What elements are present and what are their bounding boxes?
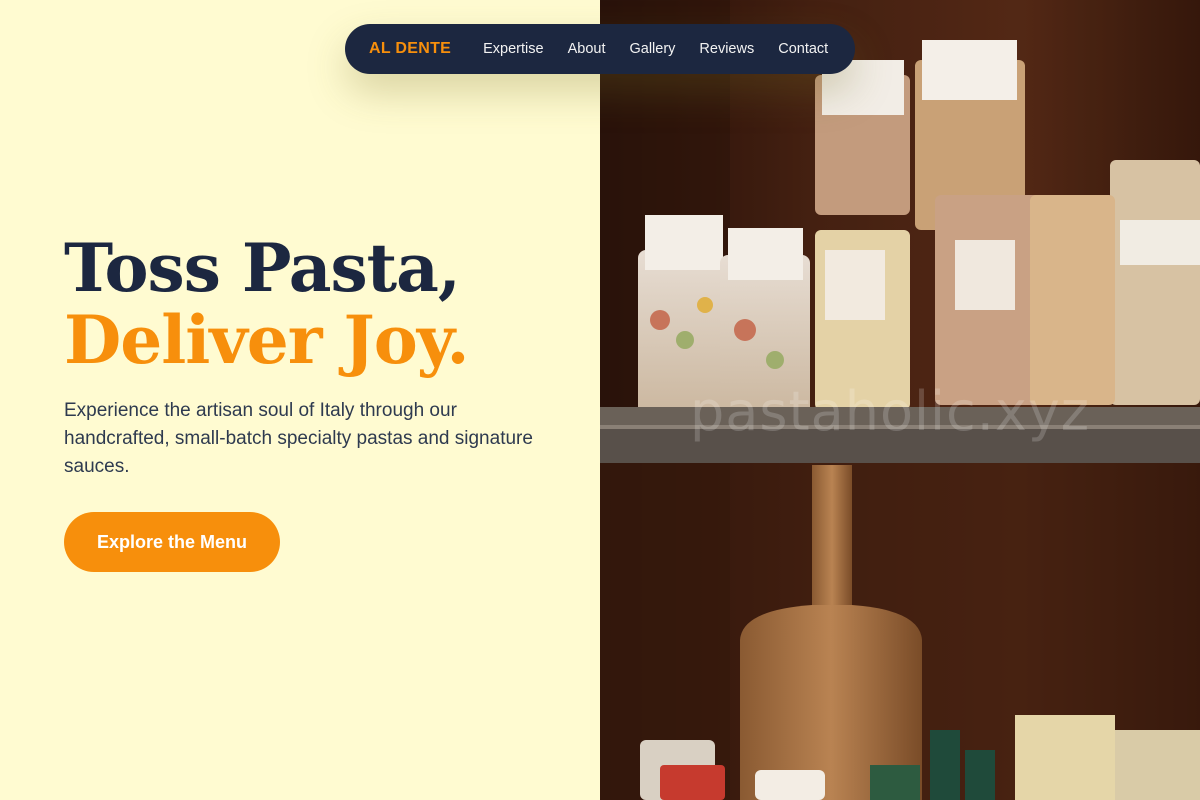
hero-image-panel: pastaholic.xyz — [600, 0, 1200, 800]
hero-description: Experience the artisan soul of Italy thr… — [64, 400, 533, 477]
nav-links: Expertise About Gallery Reviews Contact — [483, 41, 828, 57]
explore-menu-button[interactable]: Explore the Menu — [64, 512, 280, 572]
brand-logo[interactable]: AL DENTE — [369, 40, 451, 58]
nav-link-gallery[interactable]: Gallery — [629, 41, 675, 57]
nav-link-expertise[interactable]: Expertise — [483, 41, 543, 57]
hero-left-panel: Toss Pasta, Deliver Joy. Experience the … — [0, 0, 600, 800]
headline-line-1: Toss Pasta, — [64, 229, 461, 307]
nav-link-contact[interactable]: Contact — [778, 41, 828, 57]
watermark-text: pastaholic.xyz — [690, 380, 1091, 443]
top-navigation: AL DENTE Expertise About Gallery Reviews… — [345, 24, 855, 74]
hero-headline: Toss Pasta, Deliver Joy. — [64, 229, 469, 379]
headline-line-2: Deliver Joy. — [64, 301, 469, 379]
nav-link-about[interactable]: About — [568, 41, 606, 57]
nav-link-reviews[interactable]: Reviews — [699, 41, 754, 57]
